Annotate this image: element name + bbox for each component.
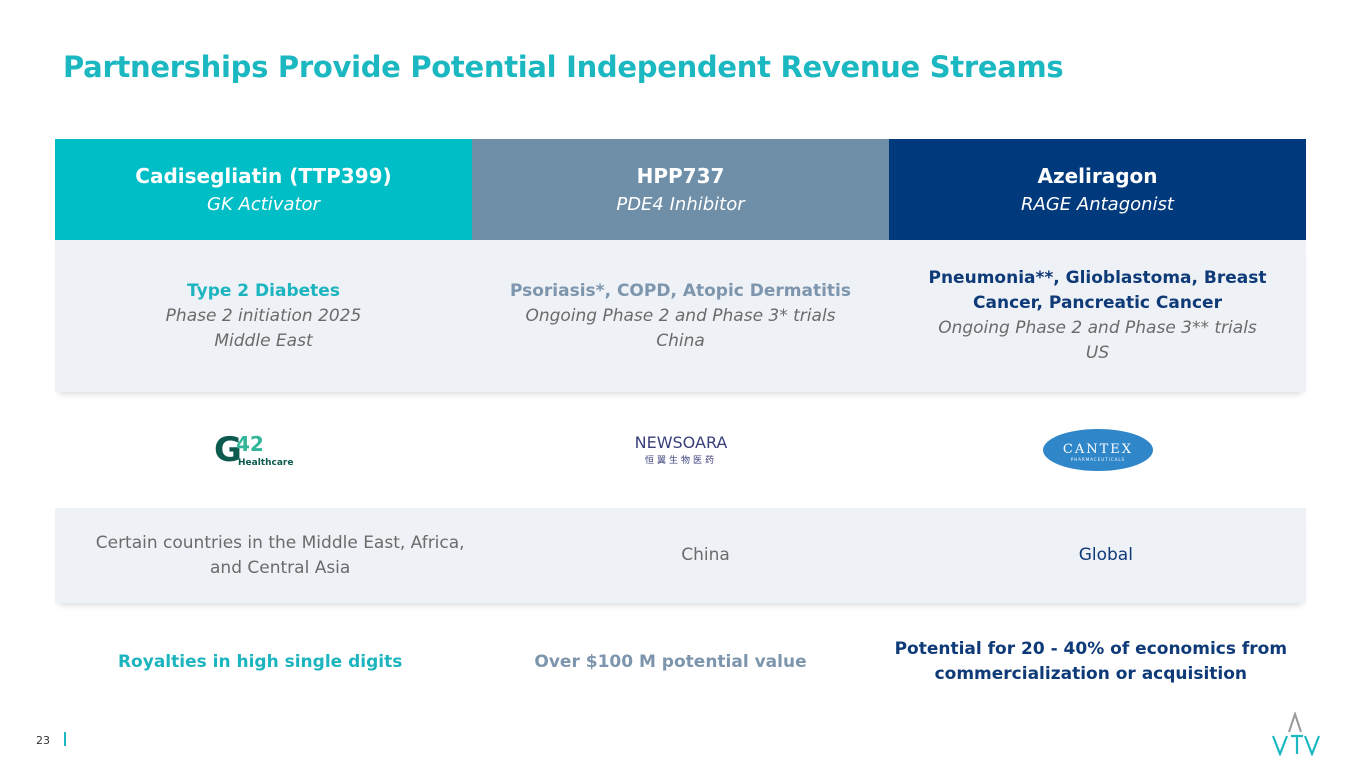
cantex-logo: CANTEX PHARMACEUTICALS <box>889 392 1306 508</box>
region: China <box>656 330 705 351</box>
indication-cell: Pneumonia**, Glioblastoma, Breast Cancer… <box>889 240 1306 392</box>
territory: Global <box>1078 545 1133 565</box>
drug-name: HPP737 <box>636 163 725 188</box>
indication: Pneumonia**, Glioblastoma, Breast Cancer… <box>928 268 1267 313</box>
territory: Certain countries in the Middle East, Af… <box>95 532 465 578</box>
mechanism: RAGE Antagonist <box>1021 193 1174 215</box>
partnerships-table: Cadisegliatin (TTP399) GK Activator HPP7… <box>55 139 1306 721</box>
page-number-divider <box>64 732 66 746</box>
indication-row: Type 2 Diabetes Phase 2 initiation 2025 … <box>55 240 1306 392</box>
indication: Psoriasis*, COPD, Atopic Dermatitis <box>509 280 852 301</box>
svg-text:NEWSOARA: NEWSOARA <box>634 433 727 452</box>
svg-text:PHARMACEUTICALS: PHARMACEUTICALS <box>1070 457 1124 462</box>
territory: China <box>681 545 730 565</box>
economics: Royalties in high single digits <box>117 651 403 672</box>
vtv-logo <box>1271 712 1320 756</box>
region: Middle East <box>214 330 313 351</box>
header-hpp737: HPP737 PDE4 Inhibitor <box>472 139 889 240</box>
trial-status: Phase 2 initiation 2025 <box>165 305 362 326</box>
indication-cell: Psoriasis*, COPD, Atopic Dermatitis Ongo… <box>472 240 889 392</box>
economics-row: Royalties in high single digits Over $10… <box>55 603 1306 721</box>
svg-text:CANTEX: CANTEX <box>1062 442 1132 457</box>
drug-name: Azeliragon <box>1037 163 1158 188</box>
mechanism: GK Activator <box>207 193 320 215</box>
mechanism: PDE4 Inhibitor <box>616 193 745 215</box>
trial-status: Ongoing Phase 2 and Phase 3* trials <box>525 305 836 326</box>
header-azeliragon: Azeliragon RAGE Antagonist <box>889 139 1306 240</box>
indication: Type 2 Diabetes <box>187 280 340 301</box>
economics: Over $100 M potential value <box>534 651 807 672</box>
territory-row: Certain countries in the Middle East, Af… <box>55 508 1306 603</box>
header-row: Cadisegliatin (TTP399) GK Activator HPP7… <box>55 139 1306 240</box>
svg-text:恒翼生物医药: 恒翼生物医药 <box>644 454 716 466</box>
g42-healthcare-logo: G 42 Healthcare <box>55 392 472 508</box>
drug-name: Cadisegliatin (TTP399) <box>135 163 392 188</box>
svg-text:42: 42 <box>236 432 264 456</box>
page-title: Partnerships Provide Potential Independe… <box>63 50 1064 84</box>
economics: Potential for 20 - 40% of economics from… <box>894 639 1288 684</box>
newsoara-logo: NEWSOARA 恒翼生物医药 <box>472 392 889 508</box>
trial-status: Ongoing Phase 2 and Phase 3** trials <box>938 318 1257 338</box>
indication-cell: Type 2 Diabetes Phase 2 initiation 2025 … <box>55 240 472 392</box>
page-number: 23 <box>36 734 50 747</box>
header-cadisegliatin: Cadisegliatin (TTP399) GK Activator <box>55 139 472 240</box>
svg-text:Healthcare: Healthcare <box>238 458 293 468</box>
partner-logo-row: G 42 Healthcare NEWSOARA 恒翼生物医药 CANTEX PHARM… <box>55 392 1306 508</box>
region: US <box>1085 343 1110 363</box>
